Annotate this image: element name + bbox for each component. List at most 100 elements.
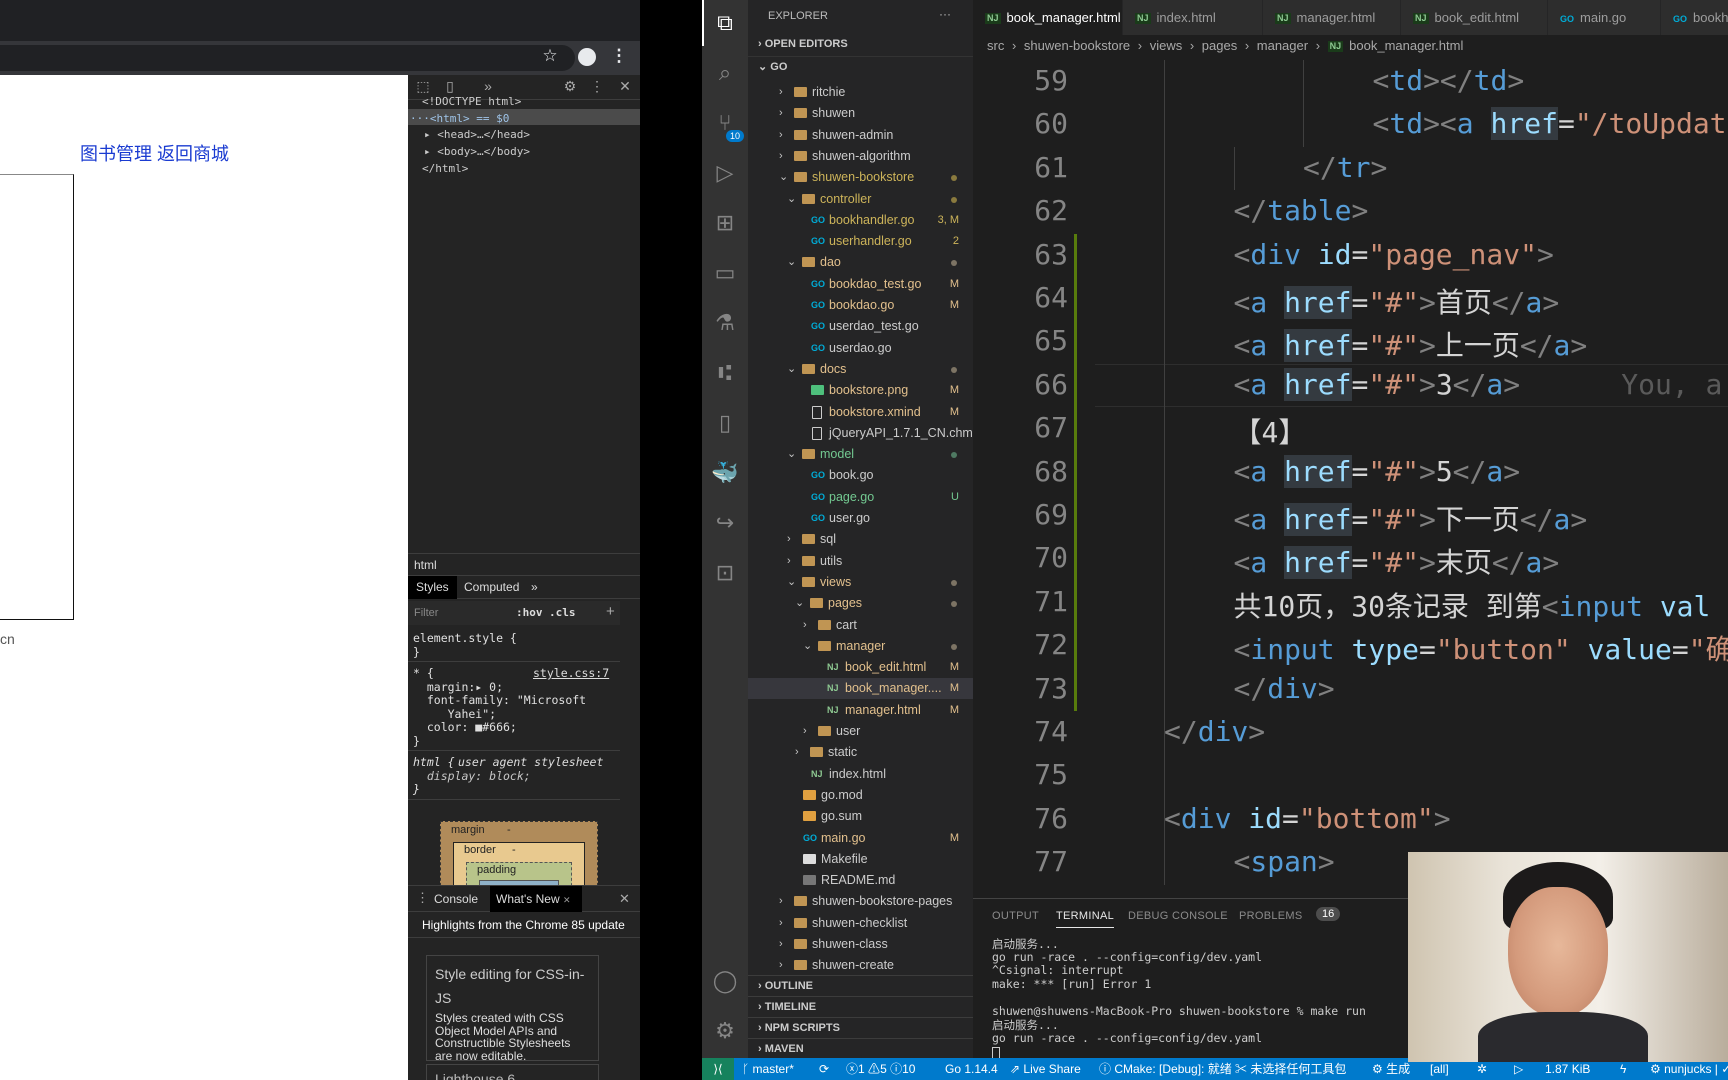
inspect-element-icon[interactable]: ⬚ [414,78,432,95]
extensions-icon[interactable]: ⊞ [702,208,748,238]
code-line[interactable]: <a href="#">下一页</a> [1234,498,1587,538]
styles-filter-input[interactable]: Filter [414,607,438,619]
code-line[interactable]: 共10页，30条记录 到第<input val [1234,585,1711,625]
code-line[interactable]: <a href="#">5</a> [1234,454,1520,488]
tree-item-shuwen-checklist[interactable]: › shuwen-checklist [748,913,973,934]
code-line[interactable]: </div> [1164,715,1265,748]
breadcrumb-item[interactable]: pages [1202,38,1237,53]
code-line[interactable]: <div id="bottom"> [1164,802,1451,835]
tree-item-index-html[interactable]: NJ index.html [748,764,973,785]
tree-item-shuwen-bookstore-pages[interactable]: › shuwen-bookstore-pages [748,891,973,912]
tree-item-utils[interactable]: › utils [748,551,973,572]
css-rule-line[interactable]: * { [413,666,434,680]
live-share-button[interactable]: ⇗ Live Share [1010,1058,1081,1080]
tree-item-shuwen[interactable]: › shuwen [748,103,973,124]
code-line[interactable]: </div> [1234,672,1335,705]
tree-item-shuwen-create[interactable]: › shuwen-create [748,955,973,976]
code-line[interactable]: <input type="button" value="确 [1234,628,1728,668]
tab-output[interactable]: OUTPUT [992,910,1039,922]
tree-item-userdao-test-go[interactable]: GO userdao_test.go [748,316,973,337]
settings-gear-icon[interactable]: ⚙ [561,78,579,95]
tree-item-go-sum[interactable]: go.sum [748,806,973,827]
dom-node[interactable]: ▸ <body>…</body> [424,145,530,158]
css-rule-line[interactable]: html { [413,755,455,769]
more-tabs-icon[interactable]: » [479,78,497,94]
css-rule-line[interactable]: } [413,734,420,748]
section-maven[interactable]: › MAVEN [748,1038,973,1058]
problems-status[interactable]: ⓧ1 ⚠5 ⓘ10 [846,1058,915,1080]
tab-problems[interactable]: PROBLEMS [1239,910,1303,922]
css-rule-line[interactable]: Yahei"; [413,707,496,721]
tree-item-manager[interactable]: ⌄ manager [748,636,973,657]
breadcrumb-item[interactable]: book_manager.html [1349,38,1463,53]
code-line[interactable]: <div id="page_nav"> [1234,238,1554,271]
tab-manager-html[interactable]: NJ manager.html [1263,0,1401,35]
code-line[interactable]: <td></td> [1373,64,1525,97]
go-version[interactable]: Go 1.14.4 [945,1058,998,1080]
drawer-menu-icon[interactable]: ⋮ [416,890,429,906]
tree-item-page-go[interactable]: GO page.go U [748,487,973,508]
run-debug-icon[interactable]: ▷ [702,158,748,188]
address-bar[interactable] [0,45,575,71]
dom-node[interactable]: ···<html> == $0 [410,112,509,125]
account-icon[interactable]: ◯ [702,966,748,996]
dom-breadcrumb[interactable]: html [408,553,640,575]
tab-index-html[interactable]: NJ index.html [1123,0,1263,35]
section-outline[interactable]: › OUTLINE [748,975,973,996]
tree-item-shuwen-class[interactable]: › shuwen-class [748,934,973,955]
tree-item-book-go[interactable]: GO book.go [748,465,973,486]
remote-indicator-icon[interactable]: ⟩⟨ [702,1058,734,1080]
tree-item-bookstore-xmind[interactable]: bookstore.xmind M [748,402,973,423]
breadcrumb-item[interactable]: views [1150,38,1183,53]
code-line[interactable]: <a href="#">3</a> You, a [1234,367,1722,401]
settings-gear-icon[interactable]: ⚙ [702,1016,748,1046]
tree-item-userhandler-go[interactable]: GO userhandler.go 2 [748,231,973,252]
tree-item-sql[interactable]: › sql [748,529,973,550]
tab-terminal[interactable]: TERMINAL [1056,910,1115,928]
code-line[interactable]: </table> [1234,194,1369,227]
css-rule-line[interactable]: } [413,645,420,659]
cmake-kit[interactable]: ✂ 未选择任何工具包 [1235,1058,1346,1080]
search-icon[interactable]: ⌕ [702,58,748,88]
section-npm-scripts[interactable]: › NPM SCRIPTS [748,1017,973,1038]
tree-item-userdao-go[interactable]: GO userdao.go [748,338,973,359]
tab-debug-console[interactable]: DEBUG CONSOLE [1128,910,1228,922]
tab-console[interactable]: Console [434,892,478,906]
workspace-section[interactable]: ⌄ GO [748,56,973,77]
tree-item-controller[interactable]: ⌄ controller [748,189,973,210]
tree-item-manager-html[interactable]: NJ manager.html M [748,700,973,721]
more-tabs-button[interactable]: » [523,576,546,599]
tree-item-dao[interactable]: ⌄ dao [748,252,973,273]
dom-node[interactable]: ▸ <head>…</head> [424,128,530,141]
close-drawer-icon[interactable]: ✕ [619,891,630,907]
breadcrumb-item[interactable]: src [987,38,1004,53]
dom-node[interactable]: </html> [422,162,468,175]
css-rule-line[interactable]: font-family: "Microsoft [413,693,586,707]
sync-icon[interactable]: ⟳ [819,1058,829,1080]
code-line[interactable]: </tr> [1303,151,1387,184]
tab-main-go[interactable]: GO main.go [1548,0,1661,35]
code-line[interactable]: <a href="#">首页</a> [1234,281,1559,321]
css-rule-line[interactable]: } [413,782,420,796]
tree-item-bookhandler-go[interactable]: GO bookhandler.go 3, M [748,210,973,231]
dom-node[interactable]: <!DOCTYPE html> [422,95,521,108]
tree-item-views[interactable]: ⌄ views [748,572,973,593]
tree-item-shuwen-bookstore[interactable]: ⌄ shuwen-bookstore [748,167,973,188]
tab-book-edit-html[interactable]: NJ book_edit.html [1401,0,1548,35]
tree-item-docs[interactable]: ⌄ docs [748,359,973,380]
tree-item-bookdao-test-go[interactable]: GO bookdao_test.go M [748,274,973,295]
tab-computed[interactable]: Computed [456,576,527,599]
testing-flask-icon[interactable]: ⚗ [702,308,748,338]
tree-item-user[interactable]: › user [748,721,973,742]
tree-item-book-manager-[interactable]: NJ book_manager.... M [748,678,973,700]
explorer-icon[interactable]: ⧉ [702,8,748,38]
tab-styles[interactable]: Styles [408,576,457,599]
hov-toggle[interactable]: :hov [516,606,543,619]
close-tab-icon[interactable]: ✕ [563,895,571,905]
tree-item-static[interactable]: › static [748,742,973,763]
tree-item-bookdao-go[interactable]: GO bookdao.go M [748,295,973,316]
profile-avatar-icon[interactable] [578,48,596,66]
breadcrumb-item[interactable]: shuwen-bookstore [1024,38,1130,53]
tab-book-manager-html[interactable]: NJbook_manager.html ✕ [973,0,1143,35]
cls-toggle[interactable]: .cls [549,606,576,619]
